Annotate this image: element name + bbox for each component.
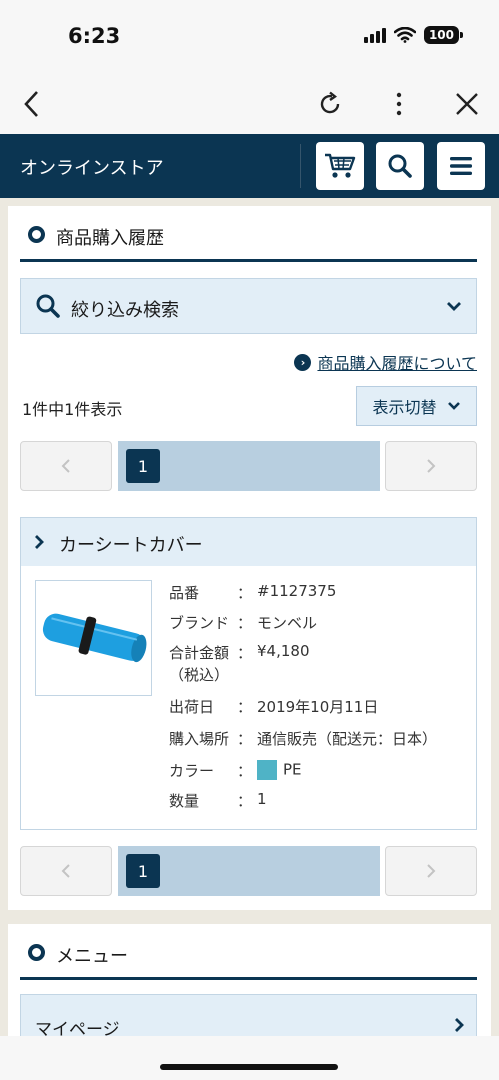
reload-icon [320,91,340,114]
product-name: カーシートカバー [59,535,203,556]
page-title: 商品購入履歴 [56,228,164,249]
circle-arrow-icon: › [294,353,312,371]
product-card: カーシートカバー 品番 ： #1127375 ブランド ： モンベル 合計金額 [20,517,477,830]
hamburger-icon [450,157,472,175]
ring-bullet-icon [28,226,45,243]
home-indicator-area [0,1036,499,1080]
ring-bullet-icon [28,944,45,961]
next-page-button[interactable] [385,846,477,896]
chevron-right-icon [455,1018,464,1032]
chevron-right-icon [427,864,436,878]
status-bar: 6:23 100 [0,0,499,74]
about-history-link[interactable]: › 商品購入履歴について [294,350,477,374]
site-title: オンラインストア [20,158,164,179]
signal-icon [363,27,386,43]
color-swatch [257,760,277,780]
more-options-button[interactable] [379,84,419,124]
display-switch-label: 表示切替 [372,398,437,417]
back-button[interactable] [12,84,52,124]
purchase-history-panel: 商品購入履歴 絞り込み検索 › 商品購入履歴について 1件中1件表示 表示切替 … [8,206,491,910]
product-thumbnail-graphic [42,613,147,663]
chevron-right-icon [35,535,44,549]
home-indicator[interactable] [160,1064,338,1070]
filter-search-toggle[interactable]: 絞り込み検索 [20,278,477,334]
site-header: オンラインストア [0,134,499,198]
prev-page-button[interactable] [20,846,112,896]
menu-button[interactable] [437,142,485,190]
page-number-current[interactable]: 1 [126,449,160,483]
next-page-button[interactable] [385,441,477,491]
about-history-link-text: 商品購入履歴について [317,354,477,373]
prev-page-button[interactable] [20,441,112,491]
header-divider [300,144,301,188]
search-button[interactable] [376,142,424,190]
pagination-pages: 1 [118,441,380,491]
battery-indicator: 100 [423,26,464,44]
pagination-pages: 1 [118,846,380,896]
reload-button[interactable] [310,84,350,124]
display-switch-button[interactable]: 表示切替 [356,386,477,426]
chevron-right-icon [427,459,436,473]
cart-icon [325,153,356,178]
cart-button[interactable] [316,142,364,190]
pagination-top: 1 [20,441,477,491]
product-header[interactable]: カーシートカバー [21,518,476,566]
chevron-left-icon [61,864,70,878]
browser-toolbar [0,74,499,134]
product-image[interactable] [35,580,152,696]
pagination-bottom: 1 [20,846,477,896]
filter-label: 絞り込み検索 [71,300,179,321]
chevron-down-icon [447,302,461,311]
chevron-left-icon [61,459,70,473]
result-count: 1件中1件表示 [22,400,123,419]
tax-included-label: （税込） [169,666,230,684]
chevron-left-icon [24,91,38,117]
more-vertical-icon [396,92,402,116]
page-number-current[interactable]: 1 [126,854,160,888]
status-time: 6:23 [68,24,121,48]
search-icon [36,294,60,318]
section-header: メニュー [20,938,477,980]
wifi-icon [393,27,416,43]
close-icon [456,93,478,115]
search-icon [388,154,412,178]
status-icons: 100 [363,26,464,44]
close-button[interactable] [447,84,487,124]
chevron-down-icon [447,402,460,410]
section-header: 商品購入履歴 [20,220,477,262]
menu-title: メニュー [56,946,128,967]
